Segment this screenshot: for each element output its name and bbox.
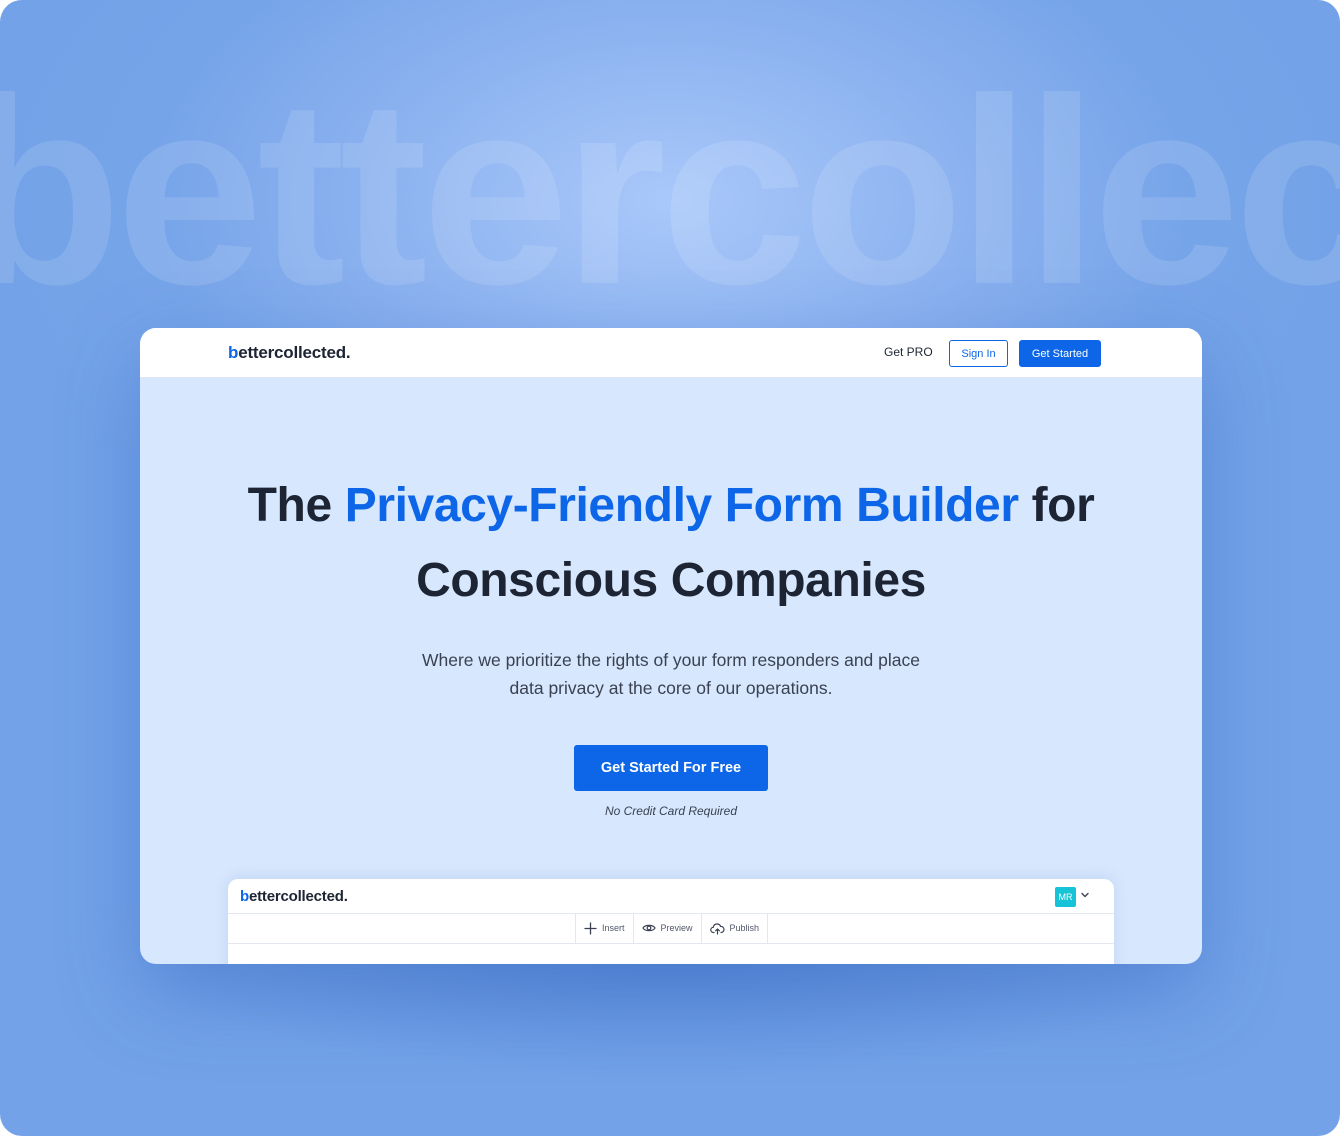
hero-title: The Privacy-Friendly Form Builder for Co…: [140, 468, 1202, 618]
hero-title-part2: for: [1018, 479, 1095, 532]
insert-button[interactable]: Insert: [576, 913, 634, 943]
no-credit-card-note: No Credit Card Required: [604, 804, 738, 818]
publish-label: Publish: [729, 923, 760, 933]
logo-text: ettercollected.: [238, 343, 351, 362]
chevron-down-icon[interactable]: [1080, 890, 1090, 900]
get-started-button[interactable]: Get Started: [1019, 340, 1101, 367]
get-started-free-button[interactable]: Get Started For Free: [574, 745, 768, 791]
toolbar-divider-bottom: [228, 943, 1114, 944]
preview-logo-text: ettercollected.: [248, 888, 348, 905]
background-watermark: bettercollected: [0, 44, 1340, 340]
top-navbar: bettercollected. Get PRO Sign In Get Sta…: [140, 328, 1202, 378]
hero-subtitle-line2: data privacy at the core of our operatio…: [509, 678, 833, 698]
preview-label: Preview: [660, 923, 693, 933]
eye-icon: [641, 924, 656, 932]
cloud-upload-icon: [709, 922, 725, 935]
editor-toolbar: Insert Preview Publish: [575, 913, 769, 943]
logo-initial: b: [228, 343, 239, 362]
preview-logo-initial: b: [240, 888, 249, 905]
logo[interactable]: bettercollected.: [228, 343, 351, 363]
hero-title-accent: Privacy-Friendly Form Builder: [344, 479, 1019, 532]
hero-title-part1: The: [247, 479, 345, 532]
browser-window: bettercollected. Get PRO Sign In Get Sta…: [140, 328, 1202, 964]
publish-button[interactable]: Publish: [702, 913, 769, 943]
insert-label: Insert: [602, 923, 625, 933]
avatar[interactable]: MR: [1055, 887, 1076, 907]
preview-button[interactable]: Preview: [634, 913, 702, 943]
hero-subtitle-line1: Where we prioritize the rights of your f…: [421, 650, 920, 670]
sign-in-button[interactable]: Sign In: [949, 340, 1008, 367]
preview-logo: bettercollected.: [240, 888, 348, 905]
hero-title-line2: Conscious Companies: [416, 554, 926, 607]
background-canvas: bettercollected bettercollected. Get PRO…: [0, 0, 1340, 1136]
plus-icon: [584, 921, 597, 935]
get-pro-link[interactable]: Get PRO: [884, 345, 933, 359]
app-preview: bettercollected. MR Insert Preview Publi…: [228, 879, 1114, 964]
hero-subtitle: Where we prioritize the rights of your f…: [370, 646, 972, 702]
